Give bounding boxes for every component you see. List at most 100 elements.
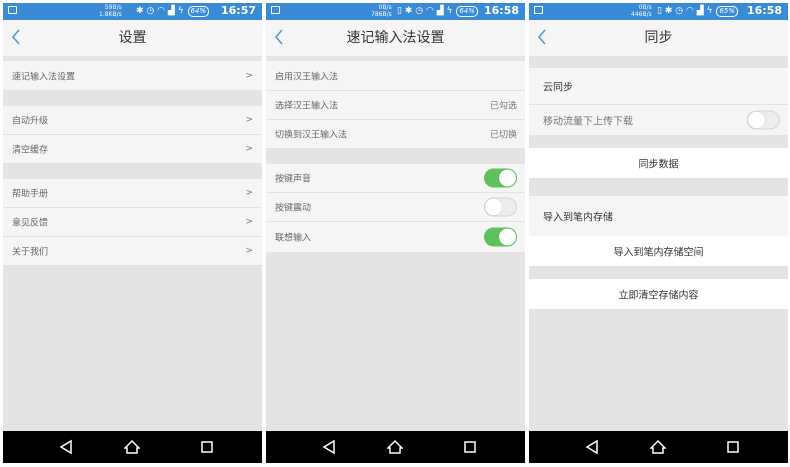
battery-level: 64% bbox=[187, 6, 210, 17]
select-input-method-row[interactable]: 选择汉王输入法 已勾选 bbox=[266, 91, 525, 120]
sync-screen: 0B/s 446B/s ▯ ✱ ◷ ◠ ▟ ϟ 65% 16:58 同步 云同步… bbox=[529, 3, 788, 463]
title-bar: 速记输入法设置 bbox=[266, 20, 525, 56]
wifi-icon: ◠ bbox=[157, 6, 166, 16]
signal-icon: ▟ bbox=[167, 6, 175, 16]
home-icon[interactable] bbox=[380, 431, 410, 463]
nav-back-icon[interactable] bbox=[314, 431, 344, 463]
upload-speed: 59B/s bbox=[104, 4, 122, 11]
row-label: 按键声音 bbox=[275, 174, 312, 185]
key-vibration-toggle[interactable] bbox=[484, 197, 517, 217]
bluetooth-icon: ✱ bbox=[664, 6, 673, 16]
menu-item-label: 自动升级 bbox=[12, 116, 49, 127]
sync-data-button[interactable]: 同步数据 bbox=[529, 148, 788, 178]
menu-item-feedback[interactable]: 意见反馈 > bbox=[3, 208, 262, 237]
clear-storage-label: 立即清空存储内容 bbox=[618, 290, 699, 302]
network-speed: 0B/s 446B/s bbox=[631, 4, 652, 18]
status-icons: ▯ ✱ ◷ ◠ ▟ ϟ 65% bbox=[657, 4, 739, 18]
menu-item-input-method-settings[interactable]: 速记输入法设置 > bbox=[3, 61, 262, 91]
menu-item-label: 关于我们 bbox=[12, 247, 49, 258]
recent-apps-icon[interactable] bbox=[455, 431, 485, 463]
vibrate-icon: ▯ bbox=[397, 6, 402, 16]
status-bar: 59B/s 1.8KB/s ✱ ◷ ◠ ▟ ϟ 64% 16:57 bbox=[3, 3, 262, 20]
predictive-input-toggle[interactable] bbox=[484, 227, 517, 247]
upload-speed: 0B/s bbox=[638, 4, 652, 11]
mobile-data-toggle[interactable] bbox=[747, 110, 780, 130]
key-vibration-row: 按键震动 bbox=[266, 193, 525, 222]
cloud-sync-header: 云同步 bbox=[529, 68, 788, 104]
title-bar: 设置 bbox=[3, 20, 262, 56]
nav-back-icon[interactable] bbox=[51, 431, 81, 463]
status-bar: 0B/s 446B/s ▯ ✱ ◷ ◠ ▟ ϟ 65% 16:58 bbox=[529, 3, 788, 20]
clear-storage-button[interactable]: 立即清空存储内容 bbox=[529, 279, 788, 309]
clock: 16:58 bbox=[483, 4, 519, 17]
row-label: 按键震动 bbox=[275, 203, 312, 214]
toggle-knob bbox=[485, 198, 502, 216]
page-title: 设置 bbox=[118, 30, 147, 46]
recent-apps-icon[interactable] bbox=[718, 431, 748, 463]
screenshot-notification-icon bbox=[271, 6, 280, 14]
navigation-bar bbox=[266, 431, 525, 463]
section-heading: 云同步 bbox=[543, 82, 573, 94]
status-bar: 0B/s 786B/s ▯ ✱ ◷ ◠ ▟ ϟ 64% 16:58 bbox=[266, 3, 525, 20]
row-label: 联想输入 bbox=[275, 233, 312, 244]
menu-item-label: 速记输入法设置 bbox=[12, 72, 76, 82]
screenshot-notification-icon bbox=[8, 6, 17, 14]
navigation-bar bbox=[3, 431, 262, 463]
alarm-icon: ◷ bbox=[675, 6, 684, 16]
charging-icon: ϟ bbox=[177, 6, 184, 16]
switch-input-method-row[interactable]: 切换到汉王输入法 已切换 bbox=[266, 120, 525, 149]
status-text: 已切换 bbox=[489, 130, 517, 141]
toggle-knob bbox=[499, 169, 516, 187]
chevron-right-icon: > bbox=[245, 144, 253, 154]
vibrate-icon: ▯ bbox=[657, 6, 662, 16]
home-icon[interactable] bbox=[643, 431, 673, 463]
menu-item-label: 清空缓存 bbox=[12, 145, 49, 156]
menu-item-help[interactable]: 帮助手册 > bbox=[3, 179, 262, 208]
network-speed: 0B/s 786B/s bbox=[371, 4, 392, 18]
import-storage-button[interactable]: 导入到笔内存储空间 bbox=[529, 236, 788, 266]
chevron-right-icon: > bbox=[245, 217, 253, 227]
chevron-right-icon: > bbox=[245, 246, 253, 256]
status-icons: ▯ ✱ ◷ ◠ ▟ ϟ 64% bbox=[397, 4, 479, 18]
clock: 16:58 bbox=[746, 4, 782, 17]
recent-apps-icon[interactable] bbox=[192, 431, 222, 463]
wifi-icon: ◠ bbox=[425, 6, 434, 16]
menu-item-auto-upgrade[interactable]: 自动升级 > bbox=[3, 106, 262, 135]
mobile-data-row: 移动流量下上传下载 bbox=[529, 104, 788, 135]
status-icons: ✱ ◷ ◠ ▟ ϟ 64% bbox=[136, 4, 210, 18]
section-heading: 导入到笔内存储 bbox=[543, 212, 613, 224]
menu-item-about[interactable]: 关于我们 > bbox=[3, 237, 262, 266]
network-speed: 59B/s 1.8KB/s bbox=[99, 4, 122, 18]
toggle-knob bbox=[748, 111, 765, 129]
sync-data-label: 同步数据 bbox=[638, 159, 679, 171]
key-sound-toggle[interactable] bbox=[484, 168, 517, 188]
title-bar: 同步 bbox=[529, 20, 788, 56]
toggle-knob bbox=[499, 228, 516, 246]
chevron-right-icon: > bbox=[245, 70, 253, 81]
alarm-icon: ◷ bbox=[415, 6, 424, 16]
settings-screen: 59B/s 1.8KB/s ✱ ◷ ◠ ▟ ϟ 64% 16:57 设置 速记输… bbox=[3, 3, 262, 463]
upload-speed: 0B/s bbox=[378, 4, 392, 11]
charging-icon: ϟ bbox=[706, 6, 713, 16]
battery-level: 65% bbox=[716, 6, 738, 17]
page-title: 速记输入法设置 bbox=[346, 30, 445, 46]
download-speed: 446B/s bbox=[631, 11, 652, 18]
predictive-input-row: 联想输入 bbox=[266, 222, 525, 252]
status-text: 已勾选 bbox=[489, 101, 517, 112]
screenshot-notification-icon bbox=[534, 6, 543, 14]
import-storage-label: 导入到笔内存储空间 bbox=[613, 247, 704, 259]
menu-item-clear-cache[interactable]: 清空缓存 > bbox=[3, 135, 262, 164]
enable-input-method-row[interactable]: 启用汉王输入法 bbox=[266, 61, 525, 91]
nav-back-icon[interactable] bbox=[577, 431, 607, 463]
download-speed: 1.8KB/s bbox=[99, 11, 122, 18]
key-sound-row: 按键声音 bbox=[266, 164, 525, 193]
battery-level: 64% bbox=[456, 6, 478, 17]
download-speed: 786B/s bbox=[371, 11, 392, 18]
signal-icon: ▟ bbox=[436, 6, 444, 16]
home-icon[interactable] bbox=[117, 431, 147, 463]
navigation-bar bbox=[529, 431, 788, 463]
row-label: 切换到汉王输入法 bbox=[275, 130, 348, 141]
clock: 16:57 bbox=[220, 4, 256, 17]
charging-icon: ϟ bbox=[446, 6, 453, 16]
bluetooth-icon: ✱ bbox=[404, 6, 413, 16]
